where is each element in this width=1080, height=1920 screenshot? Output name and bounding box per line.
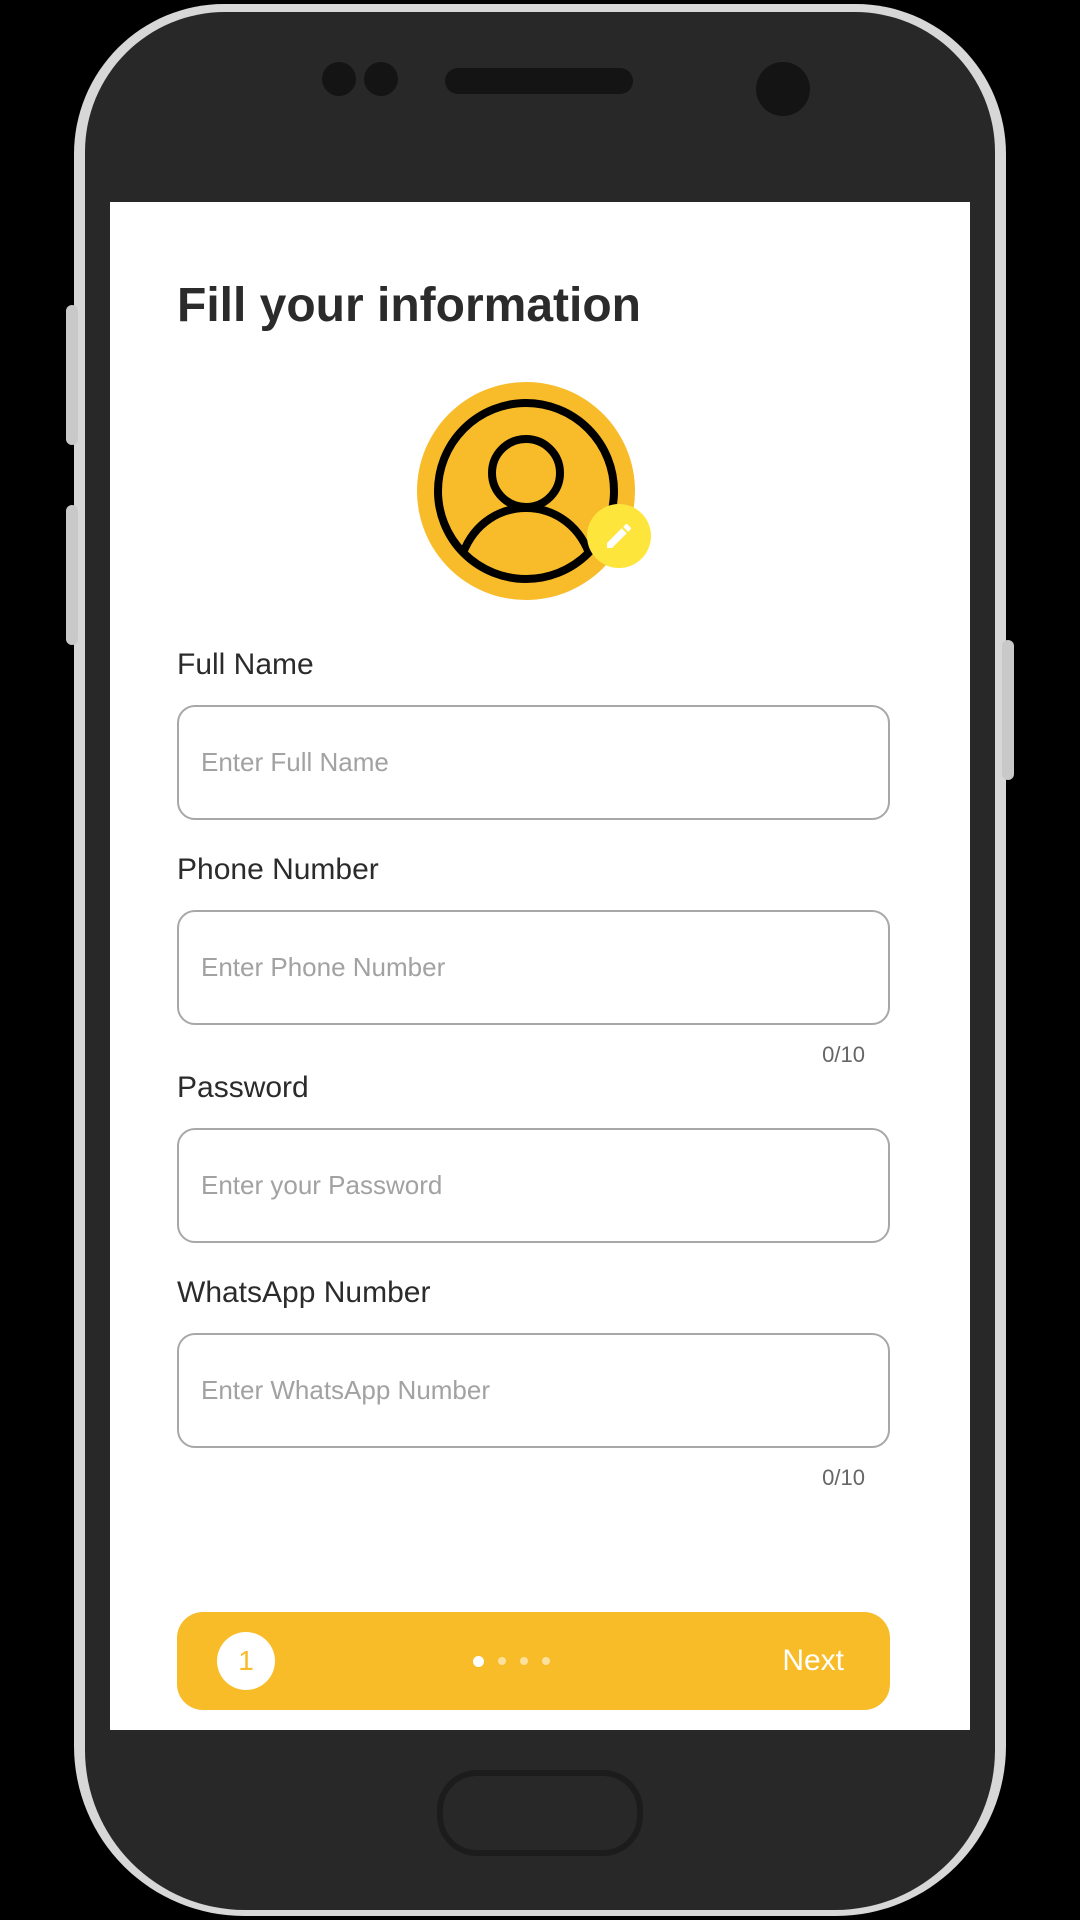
home-button[interactable] (437, 1770, 643, 1856)
next-button[interactable]: Next (782, 1612, 844, 1710)
edit-avatar-button[interactable] (587, 504, 651, 568)
volume-up-button (66, 305, 78, 445)
sensor-icon (322, 62, 356, 96)
page-title: Fill your information (177, 279, 641, 332)
step-navigation-bar: 1 Next (177, 1612, 890, 1710)
phone-number-label: Phone Number (177, 853, 379, 886)
step-number-badge: 1 (217, 1632, 275, 1690)
pencil-icon (607, 523, 632, 548)
whatsapp-number-label: WhatsApp Number (177, 1276, 431, 1309)
step-indicator-dots (473, 1655, 550, 1667)
front-camera-icon (756, 62, 810, 116)
sensor-icon (364, 62, 398, 96)
step-dot (498, 1657, 506, 1665)
phone-number-counter: 0/10 (822, 1042, 865, 1067)
full-name-label: Full Name (177, 648, 314, 681)
app-screen: Fill your information Full Name Phone Nu… (110, 202, 970, 1730)
full-name-input[interactable] (177, 705, 890, 820)
step-dot (542, 1657, 550, 1665)
whatsapp-number-counter: 0/10 (822, 1465, 865, 1490)
earpiece-speaker (445, 68, 633, 94)
step-dot (520, 1657, 528, 1665)
avatar[interactable] (417, 382, 635, 600)
volume-down-button (66, 505, 78, 645)
password-input[interactable] (177, 1128, 890, 1243)
power-button (1002, 640, 1014, 780)
phone-number-input[interactable] (177, 910, 890, 1025)
password-label: Password (177, 1071, 309, 1104)
whatsapp-number-input[interactable] (177, 1333, 890, 1448)
step-dot (473, 1655, 484, 1667)
user-circle-icon (434, 399, 618, 583)
